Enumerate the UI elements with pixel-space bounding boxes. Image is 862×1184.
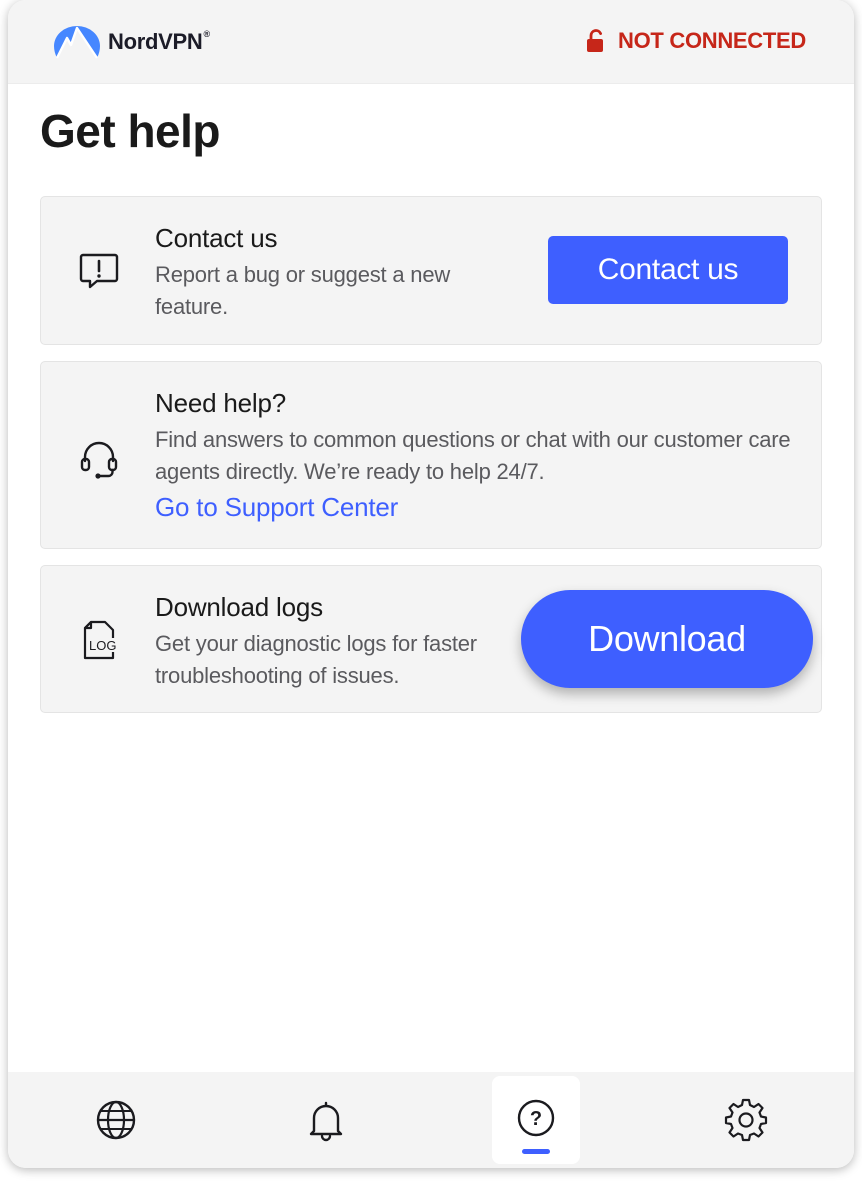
nav-item-notifications[interactable] xyxy=(282,1076,370,1164)
contact-us-description: Report a bug or suggest a new feature. xyxy=(155,262,451,319)
support-center-link[interactable]: Go to Support Center xyxy=(155,492,398,523)
svg-text:?: ? xyxy=(530,1108,542,1130)
card-icon-wrapper xyxy=(77,247,121,291)
connection-status: NOT CONNECTED xyxy=(586,28,806,54)
bell-icon xyxy=(309,1101,343,1142)
contact-us-button[interactable]: Contact us xyxy=(548,236,788,304)
headset-icon xyxy=(80,441,118,479)
card-icon-wrapper xyxy=(77,437,121,481)
top-bar: NordVPN® NOT CONNECTED xyxy=(8,0,854,84)
contact-us-title: Contact us xyxy=(155,223,278,253)
bottom-navigation: ? xyxy=(8,1072,854,1168)
download-logs-description: Get your diagnostic logs for faster trou… xyxy=(155,631,477,688)
status-text: NOT CONNECTED xyxy=(618,28,806,53)
need-help-description: Find answers to common questions or chat… xyxy=(155,427,791,484)
download-button[interactable]: Download xyxy=(521,590,813,688)
page-title: Get help xyxy=(40,105,221,157)
unlocked-padlock-icon xyxy=(587,29,603,52)
gear-icon xyxy=(724,1098,768,1142)
nav-item-help[interactable]: ? xyxy=(492,1076,580,1164)
nordvpn-mountain-icon xyxy=(54,26,100,59)
nordvpn-logo: NordVPN® xyxy=(54,24,210,60)
card-icon-wrapper: LOG xyxy=(77,618,121,662)
app-window: NordVPN® NOT CONNECTED Get help Contact … xyxy=(8,0,854,1168)
log-file-icon: LOG xyxy=(83,620,121,660)
active-tab-indicator xyxy=(522,1149,550,1154)
download-logs-card: LOG Download logs Get your diagnostic lo… xyxy=(40,565,822,713)
download-logs-title: Download logs xyxy=(155,592,323,622)
svg-text:LOG: LOG xyxy=(89,638,116,653)
message-alert-icon xyxy=(79,253,119,289)
brand-name: NordVPN® xyxy=(108,29,210,54)
nav-item-settings[interactable] xyxy=(702,1076,790,1164)
need-help-title: Need help? xyxy=(155,388,286,418)
contact-us-card: Contact us Report a bug or suggest a new… xyxy=(40,196,822,345)
need-help-card: Need help? Find answers to common questi… xyxy=(40,361,822,549)
globe-icon xyxy=(96,1100,136,1140)
nav-item-globe[interactable] xyxy=(72,1076,160,1164)
help-icon: ? xyxy=(517,1099,555,1137)
